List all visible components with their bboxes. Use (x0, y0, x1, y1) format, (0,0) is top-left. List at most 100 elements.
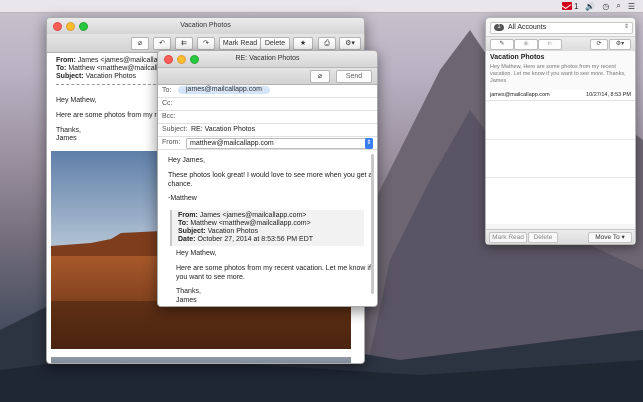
delete-button[interactable]: Delete (260, 37, 290, 50)
bcc-label: Bcc: (162, 113, 176, 120)
window-title: RE: Vacation Photos (235, 55, 300, 62)
header-divider (56, 84, 156, 85)
attachment-icon[interactable]: ⌀ (131, 37, 149, 50)
minimize-button[interactable] (66, 22, 75, 31)
message-preview-area: Vacation Photos Hey Mathew, Here are som… (486, 51, 635, 92)
to-label: To: (162, 87, 172, 94)
row-date: 10/27/14, 8:53 PM (586, 92, 631, 98)
reply-window-titlebar[interactable]: RE: Vacation Photos (158, 51, 377, 68)
to-field[interactable]: To: james@mailcallapp.com (158, 84, 377, 98)
forward-icon[interactable]: ↷ (197, 37, 215, 50)
mail-count: 1 (573, 1, 579, 11)
compose-toolbar: ⌀ Send (158, 68, 377, 85)
row-sender: james@mailcallapp.com (490, 92, 550, 98)
star-icon[interactable]: ★ (293, 37, 313, 50)
message-list-empty (486, 101, 635, 224)
quote-subject-label: Subject: (178, 228, 206, 235)
from-account-select[interactable]: matthew@mailcallapp.com ⇕ (186, 138, 373, 149)
greeting: Hey Mathew, (56, 97, 97, 104)
reply-all-icon[interactable]: ⇇ (538, 39, 562, 50)
quoted-signature: James (176, 297, 197, 304)
second-photo (51, 357, 351, 363)
cc-label: Cc: (162, 100, 173, 107)
window-title: Vacation Photos (180, 22, 231, 29)
compose-pencil-icon[interactable]: ✎ (490, 39, 514, 50)
from-value: James <james@mailcallapp. (77, 57, 168, 64)
subject-field[interactable]: Subject: RE: Vacation Photos (158, 123, 377, 137)
reply-signature: -Matthew (168, 195, 197, 202)
message-list-row[interactable]: james@mailcallapp.com 10/27/14, 8:53 PM (486, 90, 635, 101)
subject-value: Vacation Photos (85, 73, 137, 80)
mail-popover-panel: 1 All Accounts ⇕ ✎ ◉ ⇇ ⟳ ⚙▾ Vacation Pho… (485, 17, 636, 245)
notification-center-icon[interactable]: ☰ (628, 2, 635, 11)
from-label: From: (162, 139, 181, 146)
quote-subject-value: Vacation Photos (207, 228, 259, 235)
quote-from-value: James <james@mailcallapp.com> (199, 212, 307, 219)
chevron-updown-icon: ⇕ (365, 138, 373, 149)
account-count-badge: 1 (494, 24, 504, 31)
signature: James (56, 135, 77, 142)
mark-read-button[interactable]: Mark Read (489, 232, 527, 243)
reply-compose-window: RE: Vacation Photos ⌀ Send To: james@mai… (157, 50, 378, 307)
reply-line-2: chance. (168, 181, 193, 188)
quoted-greeting: Hey Mathew, (176, 250, 217, 257)
scrollbar[interactable] (371, 154, 374, 294)
reply-icon[interactable]: ↶ (153, 37, 171, 50)
zoom-button[interactable] (190, 55, 199, 64)
compose-body[interactable]: Hey James, These photos look great! I wo… (158, 150, 377, 306)
print-icon[interactable]: ⎙ (318, 37, 336, 50)
quoted-thanks: Thanks, (176, 288, 201, 295)
reply-all-icon[interactable]: ⇇ (175, 37, 193, 50)
mark-read-button[interactable]: Mark Read (219, 37, 261, 50)
quote-date-label: Date: (178, 236, 196, 243)
cc-field[interactable]: Cc: (158, 97, 377, 111)
quote-from-label: From: (178, 212, 198, 219)
settings-gear-icon[interactable]: ⚙▾ (339, 37, 361, 50)
view-eye-icon[interactable]: ◉ (514, 39, 538, 50)
send-button[interactable]: Send (336, 70, 372, 83)
close-button[interactable] (53, 22, 62, 31)
quoted-line-1: Here are some photos from my recent vaca… (176, 265, 371, 272)
panel-toolbar: ✎ ◉ ⇇ ⟳ ⚙▾ (486, 36, 635, 52)
reply-line-1: These photos look great! I would love to… (168, 172, 373, 179)
to-label: To: (56, 65, 67, 72)
mail-menu-extra[interactable]: 1 (561, 1, 579, 11)
menu-bar: 1 🔊 ◷ ⌕ ☰ (0, 0, 643, 13)
refresh-icon[interactable]: ⟳ (590, 39, 608, 50)
attachment-icon[interactable]: ⌀ (310, 70, 330, 83)
delete-button[interactable]: Delete (528, 232, 558, 243)
move-to-label: Move To (595, 234, 620, 241)
from-value: matthew@mailcallapp.com (190, 140, 274, 147)
reply-greeting: Hey James, (168, 157, 205, 164)
quote-date-value: October 27, 2014 at 8:53:56 PM EDT (197, 236, 314, 243)
from-field: From: matthew@mailcallapp.com ⇕ (158, 136, 377, 150)
preview-text: Hey Mathew, Here are some photos from my… (490, 64, 626, 84)
subject-label: Subject: (56, 73, 84, 80)
read-window-titlebar[interactable]: Vacation Photos (47, 18, 364, 35)
close-button[interactable] (164, 55, 173, 64)
chevron-updown-icon: ⇕ (623, 24, 629, 30)
settings-gear-icon[interactable]: ⚙▾ (609, 39, 631, 50)
quote-to-value: Matthew <matthew@mailcallapp.com> (190, 220, 311, 227)
zoom-button[interactable] (79, 22, 88, 31)
search-icon[interactable]: ⌕ (616, 1, 620, 11)
time-machine-icon[interactable]: ◷ (602, 2, 609, 11)
volume-icon[interactable]: 🔊 (585, 2, 595, 11)
panel-bottom-toolbar: Mark Read Delete Move To ▾ (486, 229, 635, 244)
thanks: Thanks, (56, 127, 81, 134)
subject-value: RE: Vacation Photos (191, 126, 256, 133)
quoted-header-box: From: James <james@mailcallapp.com> To: … (170, 210, 364, 246)
mail-envelope-icon (561, 2, 572, 10)
quote-to-label: To: (178, 220, 189, 227)
minimize-button[interactable] (177, 55, 186, 64)
account-label: All Accounts (508, 24, 547, 31)
account-selector[interactable]: 1 All Accounts ⇕ (490, 22, 633, 34)
to-value: Matthew <matthew@mailcallapp (68, 65, 170, 72)
bcc-field[interactable]: Bcc: (158, 110, 377, 124)
preview-subject: Vacation Photos (490, 54, 545, 61)
subject-label: Subject: (162, 126, 188, 133)
quoted-line-2: you want to see more. (176, 274, 245, 281)
move-to-button[interactable]: Move To ▾ (588, 232, 632, 243)
from-label: From: (56, 57, 76, 64)
recipient-token[interactable]: james@mailcallapp.com (178, 86, 270, 94)
